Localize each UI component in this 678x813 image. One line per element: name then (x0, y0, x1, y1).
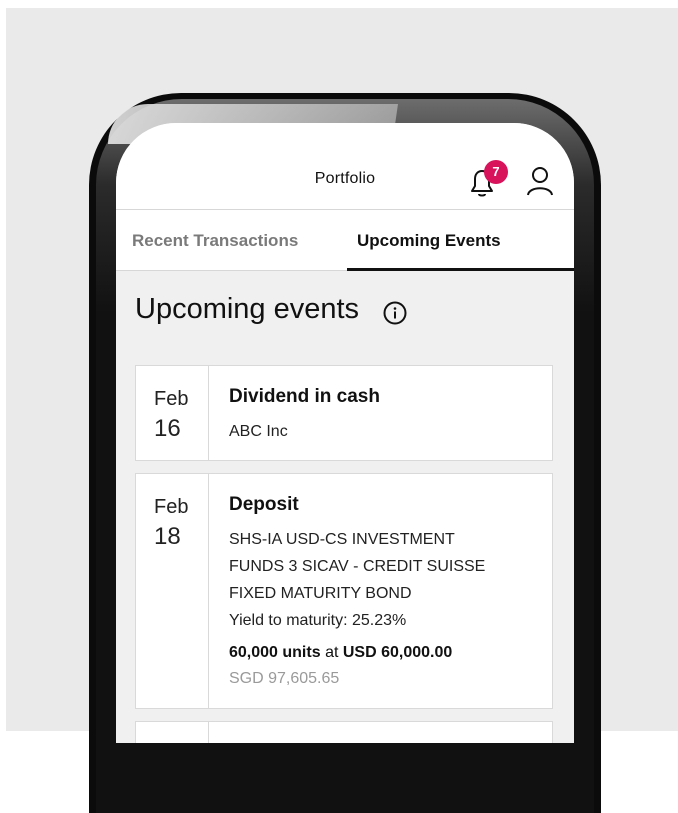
user-icon[interactable] (526, 165, 554, 197)
units-at: at (325, 644, 339, 661)
info-icon[interactable] (383, 301, 407, 325)
sgd-amount: SGD 97,605.65 (229, 670, 340, 687)
units-amount: 60,000 units at USD 60,000.00 (229, 640, 538, 666)
event-card-partial[interactable] (135, 721, 553, 743)
section-title: Upcoming events (135, 293, 360, 325)
phone-screen: Portfolio 7 Recent Transactions Upcoming… (116, 123, 574, 743)
event-body: Dividend in cash ABC Inc (229, 386, 538, 445)
event-detail: ABC Inc (229, 423, 288, 440)
event-card[interactable]: Feb 16 Dividend in cash ABC Inc (135, 365, 553, 461)
notification-badge: 7 (484, 160, 508, 184)
event-month: Feb (154, 388, 189, 410)
event-detail: SHS-IA USD-CS INVESTMENT (229, 531, 455, 548)
event-title: Deposit (229, 494, 299, 515)
app-header: Portfolio 7 (116, 123, 574, 210)
active-tab-indicator (347, 268, 574, 271)
units-count: 60,000 units (229, 644, 321, 661)
event-month: Feb (154, 496, 189, 518)
yield-to-maturity: Yield to maturity: 25.23% (229, 612, 407, 629)
event-body: Deposit SHS-IA USD-CS INVESTMENT FUNDS 3… (229, 494, 538, 692)
event-day: 18 (154, 523, 181, 550)
tab-upcoming-events[interactable]: Upcoming Events (357, 210, 501, 268)
event-title: Dividend in cash (229, 386, 380, 407)
event-card[interactable]: Feb 18 Deposit SHS-IA USD-CS INVESTMENT … (135, 473, 553, 709)
event-date: Feb 16 (136, 366, 209, 460)
tab-bar: Recent Transactions Upcoming Events (116, 210, 574, 271)
event-date: Feb 18 (136, 474, 209, 708)
usd-amount: USD 60,000.00 (342, 644, 453, 661)
event-date (136, 722, 209, 743)
event-detail: FIXED MATURITY BOND (229, 585, 412, 602)
event-detail: FUNDS 3 SICAV - CREDIT SUISSE (229, 558, 486, 575)
tab-recent-transactions[interactable]: Recent Transactions (132, 210, 298, 268)
event-day: 16 (154, 415, 181, 442)
